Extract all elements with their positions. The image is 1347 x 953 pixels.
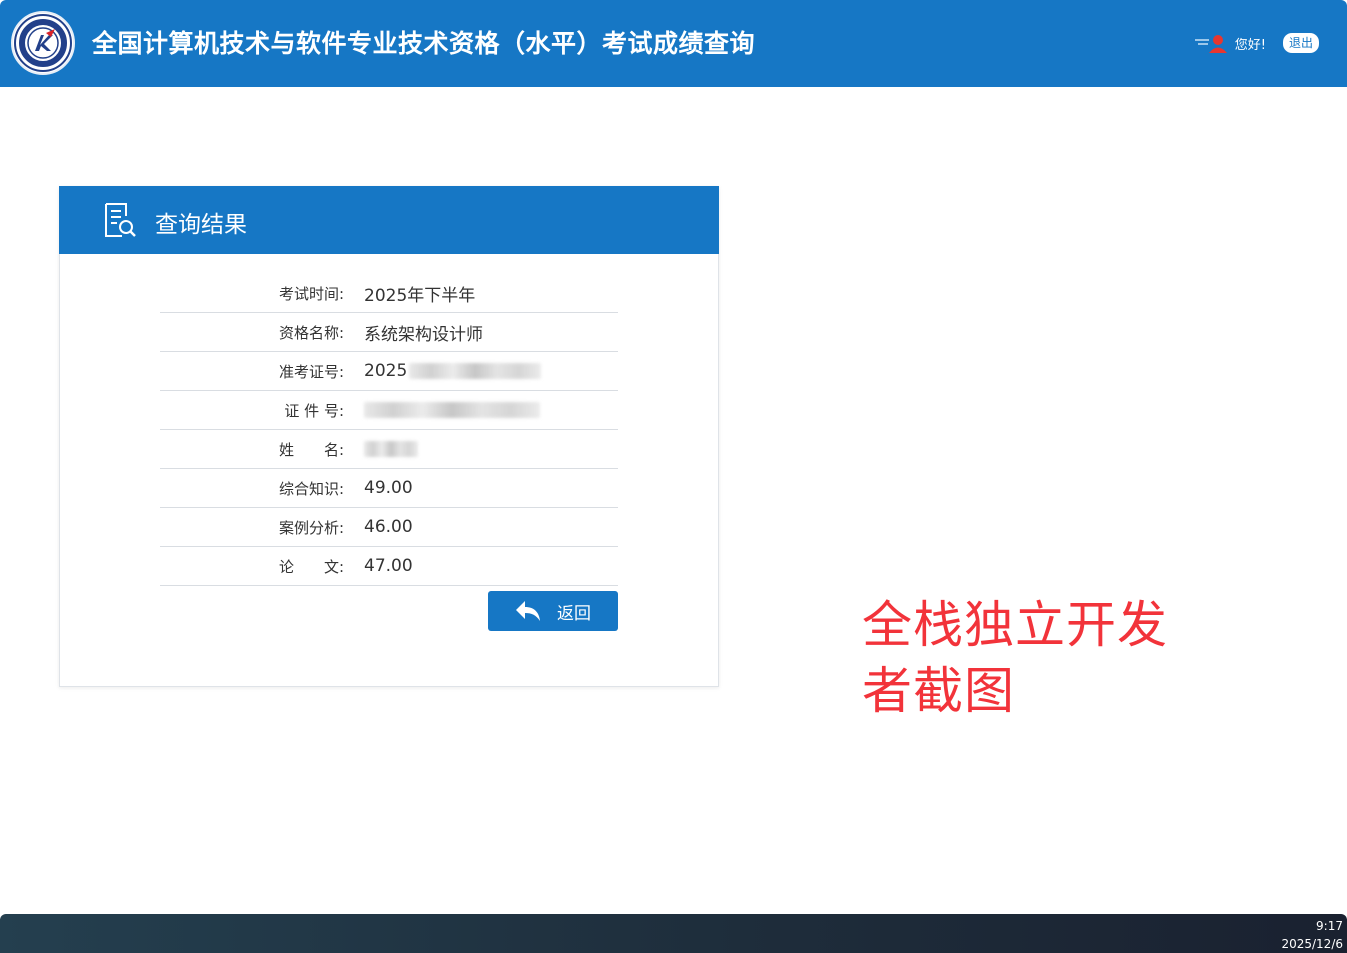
name-redacted	[364, 441, 418, 457]
label-exam-time: 考试时间:	[278, 284, 344, 303]
id-number-redacted	[364, 402, 540, 418]
admission-number-redacted	[409, 363, 542, 379]
row-name: 姓 名:	[160, 430, 618, 469]
label-name: 姓 名:	[278, 440, 344, 459]
row-qualification: 资格名称: 系统架构设计师	[160, 313, 618, 352]
taskbar-time: 9:17	[1316, 919, 1343, 933]
admission-number-prefix: 2025	[364, 361, 408, 381]
value-score-essay: 47.00	[364, 556, 413, 576]
label-score-knowledge: 综合知识:	[278, 479, 344, 498]
os-taskbar: 9:17 2025/12/6	[0, 914, 1347, 953]
watermark-text: 全栈独立开发 者截图	[862, 592, 1182, 724]
value-exam-time: 2025年下半年	[364, 285, 476, 306]
result-table: 考试时间: 2025年下半年 资格名称: 系统架构设计师 准考证号: 2025 …	[160, 274, 618, 586]
value-id-number	[350, 402, 618, 418]
value-score-knowledge: 49.00	[364, 478, 413, 498]
taskbar-clock[interactable]: 9:17 2025/12/6	[1281, 917, 1343, 953]
label-admission-number: 准考证号:	[278, 362, 344, 381]
greeting-text: 您好!	[1234, 37, 1266, 53]
back-button[interactable]: 返回	[488, 591, 618, 631]
value-name	[350, 441, 618, 457]
label-score-essay: 论 文:	[278, 557, 344, 576]
result-card-title: 查询结果	[155, 212, 247, 238]
reply-arrow-icon	[516, 601, 540, 621]
watermark-line-2: 者截图	[862, 662, 1015, 720]
exam-seal-logo-icon	[11, 11, 75, 75]
result-card-header: 查询结果	[59, 186, 719, 254]
row-score-case: 案例分析: 46.00	[160, 508, 618, 547]
row-score-essay: 论 文: 47.00	[160, 547, 618, 586]
back-button-label: 返回	[557, 603, 591, 624]
logout-button[interactable]: 退出	[1282, 33, 1319, 53]
value-qualification: 系统架构设计师	[364, 324, 483, 345]
page-title: 全国计算机技术与软件专业技术资格（水平）考试成绩查询	[92, 29, 756, 58]
result-card: 查询结果 考试时间: 2025年下半年 资格名称: 系统架构设计师 准考证号: …	[59, 186, 719, 687]
top-header: 全国计算机技术与软件专业技术资格（水平）考试成绩查询 您好! 退出	[0, 0, 1347, 87]
row-exam-time: 考试时间: 2025年下半年	[160, 274, 618, 313]
user-area: 您好! 退出	[1194, 31, 1319, 55]
user-avatar-icon	[1194, 33, 1229, 53]
row-score-knowledge: 综合知识: 49.00	[160, 469, 618, 508]
value-admission-number: 2025	[350, 361, 618, 381]
label-score-case: 案例分析:	[278, 518, 344, 537]
value-score-case: 46.00	[364, 517, 413, 537]
label-qualification: 资格名称:	[278, 323, 344, 342]
taskbar-date: 2025/12/6	[1281, 937, 1343, 951]
watermark-line-1: 全栈独立开发	[862, 596, 1168, 654]
row-admission-number: 准考证号: 2025	[160, 352, 618, 391]
label-id-number: 证 件 号:	[284, 401, 344, 420]
document-search-icon	[103, 202, 137, 238]
row-id-number: 证 件 号:	[160, 391, 618, 430]
